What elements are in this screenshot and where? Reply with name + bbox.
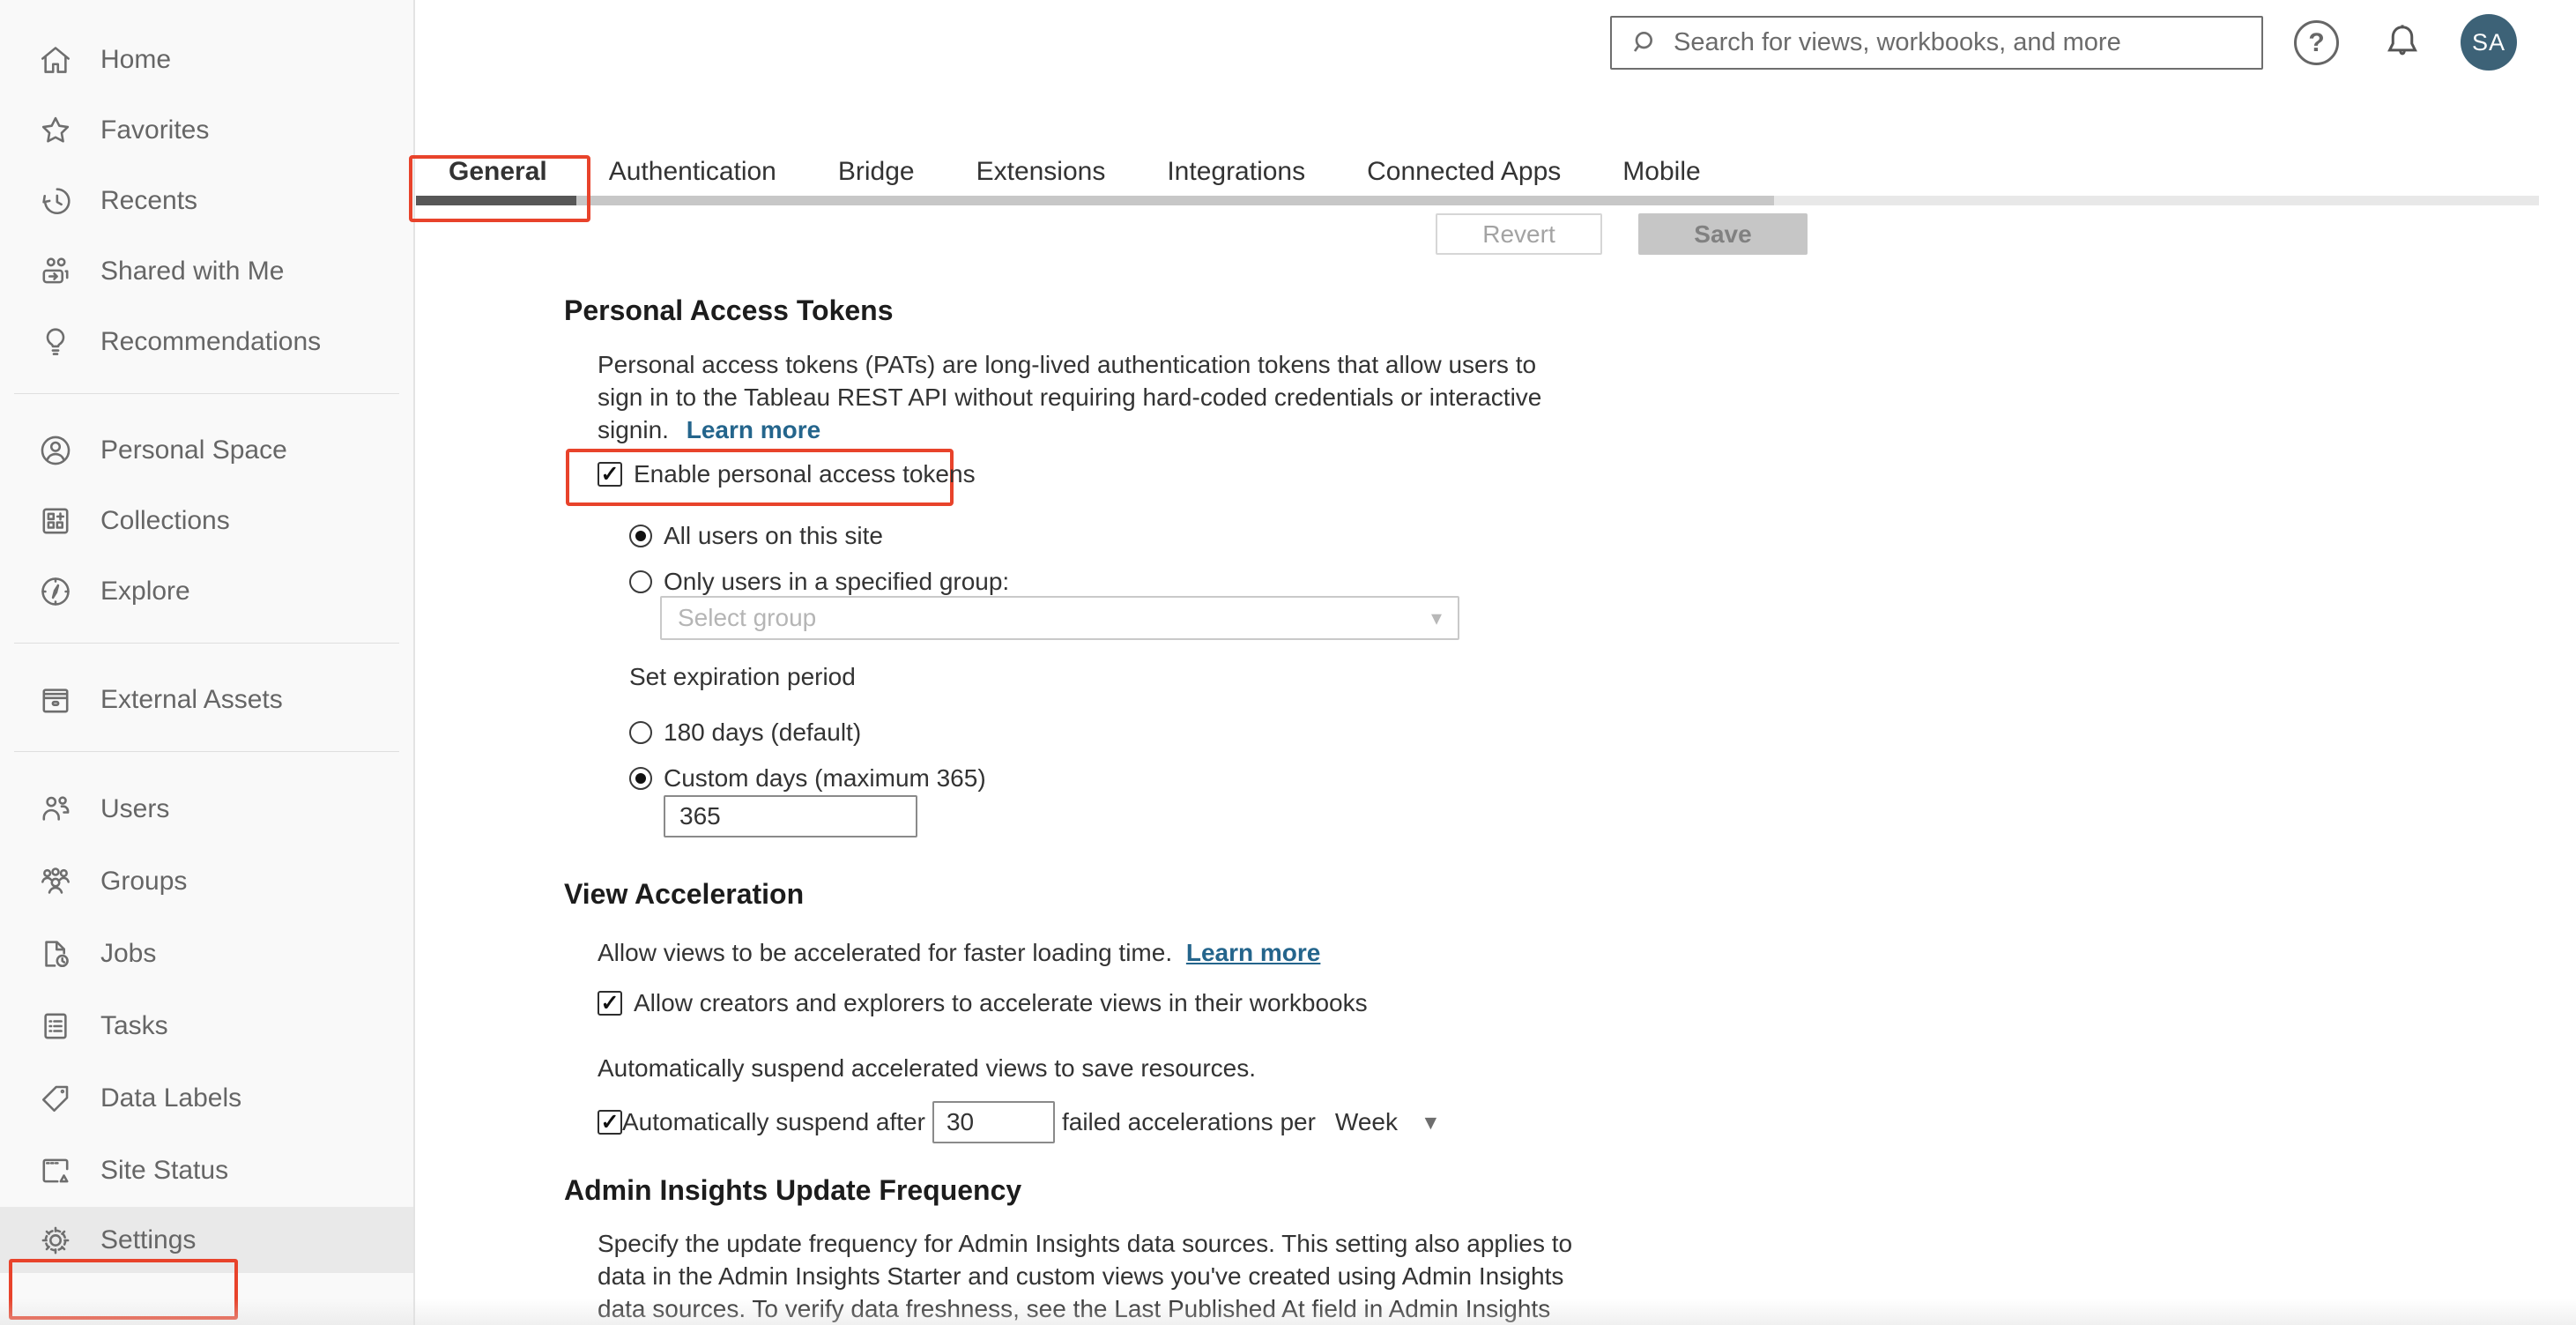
specified-group-radio[interactable] bbox=[629, 570, 652, 593]
admin-insights-description: Specify the update frequency for Admin I… bbox=[598, 1230, 1573, 1322]
suspend-period-dropdown[interactable]: Week bbox=[1335, 1108, 1398, 1136]
tab-general[interactable]: General bbox=[449, 157, 547, 187]
groups-icon bbox=[35, 861, 76, 902]
avatar[interactable]: SA bbox=[2461, 14, 2517, 71]
custom-days-row: Custom days (maximum 365) bbox=[629, 764, 986, 793]
view-accel-description: Allow views to be accelerated for faster… bbox=[598, 939, 1321, 966]
search-input[interactable] bbox=[1674, 28, 2261, 57]
sidebar-item-data-labels[interactable]: Data Labels bbox=[0, 1062, 413, 1135]
allow-accel-row: ✓ Allow creators and explorers to accele… bbox=[598, 989, 1368, 1017]
sidebar-item-recents[interactable]: Recents bbox=[0, 166, 413, 236]
sidebar-item-tasks[interactable]: Tasks bbox=[0, 990, 413, 1062]
save-button[interactable]: Save bbox=[1638, 213, 1808, 255]
specified-group-row: Only users in a specified group: bbox=[629, 568, 1009, 596]
auto-suspend-checkbox[interactable]: ✓ bbox=[598, 1110, 622, 1135]
revert-button[interactable]: Revert bbox=[1436, 213, 1602, 255]
tabs-scrollbar-track[interactable] bbox=[416, 196, 2539, 205]
select-group-dropdown[interactable]: Select group ▾ bbox=[660, 596, 1459, 640]
tasks-clipboard-icon bbox=[35, 1006, 76, 1046]
sidebar-item-explore[interactable]: Explore bbox=[0, 556, 413, 627]
sidebar-item-groups[interactable]: Groups bbox=[0, 845, 413, 918]
days-180-radio[interactable] bbox=[629, 721, 652, 744]
sidebar-item-external-assets[interactable]: External Assets bbox=[0, 665, 413, 735]
notifications-bell-icon[interactable] bbox=[2378, 16, 2427, 69]
allow-accel-checkbox[interactable]: ✓ bbox=[598, 991, 622, 1016]
days-180-row: 180 days (default) bbox=[629, 718, 861, 747]
chevron-down-icon[interactable]: ▼ bbox=[1421, 1111, 1441, 1135]
settings-tabs: General Authentication Bridge Extensions… bbox=[416, 157, 1701, 187]
recents-clock-icon bbox=[35, 181, 76, 221]
suspend-count-input[interactable] bbox=[932, 1101, 1055, 1143]
pat-section-title: Personal Access Tokens bbox=[564, 294, 894, 326]
main-area: ? SA General Authentication Bridge Exten… bbox=[409, 0, 2576, 1325]
tabs-scrollbar-thumb[interactable] bbox=[416, 196, 1774, 205]
shared-people-icon bbox=[35, 251, 76, 292]
drawer-icon bbox=[35, 680, 76, 720]
collections-grid-icon bbox=[35, 501, 76, 541]
tab-extensions[interactable]: Extensions bbox=[976, 157, 1106, 187]
pat-learn-more-link[interactable]: Learn more bbox=[687, 416, 821, 443]
tag-icon bbox=[35, 1078, 76, 1119]
sidebar-item-collections[interactable]: Collections bbox=[0, 486, 413, 556]
search-box[interactable] bbox=[1610, 16, 2263, 70]
sidebar-item-jobs[interactable]: Jobs bbox=[0, 918, 413, 990]
view-accel-learn-more-link[interactable]: Learn more bbox=[1186, 939, 1321, 966]
tab-connected-apps[interactable]: Connected Apps bbox=[1367, 157, 1561, 187]
sidebar-item-personal-space[interactable]: Personal Space bbox=[0, 415, 413, 486]
users-icon bbox=[35, 789, 76, 830]
sidebar-item-users[interactable]: Users bbox=[0, 773, 413, 845]
tableau-site-settings-page: Home Favorites Recents Shared with Me Re… bbox=[0, 0, 2576, 1325]
chevron-down-icon: ▾ bbox=[1430, 606, 1442, 630]
auto-suspend-row: ✓ Automatically suspend after failed acc… bbox=[598, 1101, 1441, 1143]
enable-pat-checkbox[interactable]: ✓ bbox=[598, 462, 622, 487]
sidebar-divider bbox=[14, 751, 399, 752]
jobs-document-clock-icon bbox=[35, 934, 76, 974]
compass-icon bbox=[35, 571, 76, 612]
lightbulb-icon bbox=[35, 322, 76, 362]
custom-days-input[interactable] bbox=[664, 795, 917, 837]
sidebar-item-site-status[interactable]: Site Status bbox=[0, 1135, 413, 1207]
help-icon[interactable]: ? bbox=[2294, 20, 2339, 65]
sidebar-divider bbox=[14, 643, 399, 644]
tab-authentication[interactable]: Authentication bbox=[609, 157, 776, 187]
sidebar-item-home[interactable]: Home bbox=[0, 25, 413, 95]
tab-integrations[interactable]: Integrations bbox=[1167, 157, 1305, 187]
star-icon bbox=[35, 110, 76, 151]
home-icon bbox=[35, 40, 76, 80]
tab-mobile[interactable]: Mobile bbox=[1622, 157, 1700, 187]
sidebar-item-recommendations[interactable]: Recommendations bbox=[0, 307, 413, 377]
sidebar: Home Favorites Recents Shared with Me Re… bbox=[0, 0, 415, 1325]
sidebar-item-favorites[interactable]: Favorites bbox=[0, 95, 413, 166]
admin-insights-section-title: Admin Insights Update Frequency bbox=[564, 1174, 1022, 1206]
custom-days-radio[interactable] bbox=[629, 767, 652, 790]
site-status-window-icon bbox=[35, 1150, 76, 1191]
view-accel-section-title: View Acceleration bbox=[564, 878, 805, 910]
pat-description: Personal access tokens (PATs) are long-l… bbox=[598, 351, 1542, 443]
all-users-row: All users on this site bbox=[629, 522, 883, 550]
person-circle-icon bbox=[35, 430, 76, 471]
expiration-label: Set expiration period bbox=[629, 663, 856, 690]
sidebar-item-settings[interactable]: Settings bbox=[0, 1207, 413, 1273]
search-icon bbox=[1633, 31, 1652, 52]
sidebar-item-shared-with-me[interactable]: Shared with Me bbox=[0, 236, 413, 307]
enable-pat-row: ✓ Enable personal access tokens bbox=[598, 460, 976, 488]
tab-bridge[interactable]: Bridge bbox=[838, 157, 915, 187]
suspend-description: Automatically suspend accelerated views … bbox=[598, 1054, 1257, 1082]
gear-icon bbox=[35, 1220, 76, 1261]
all-users-radio[interactable] bbox=[629, 525, 652, 547]
sidebar-divider bbox=[14, 393, 399, 394]
active-tab-underline bbox=[416, 196, 576, 205]
